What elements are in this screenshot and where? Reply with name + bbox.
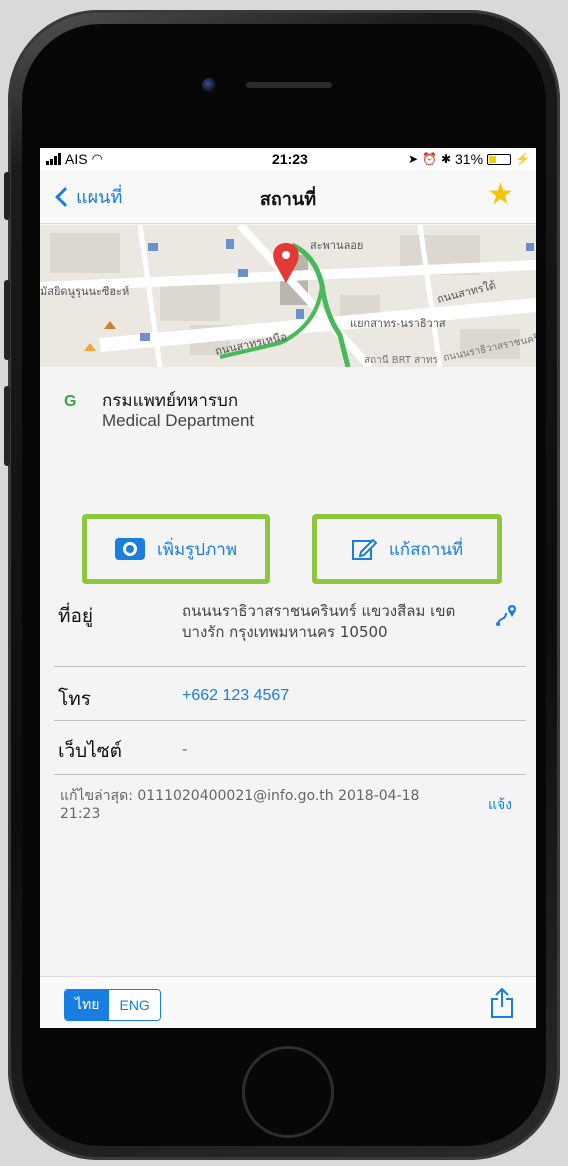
page-title: สถานที่ [259,189,317,210]
map-label: แยกสาทร-นราธิวาส [350,317,446,330]
favorite-star-icon[interactable]: ★ [487,180,514,210]
map-label: มัสยิดนูรุนนะซีฮะห์ [40,285,129,298]
add-photo-button[interactable]: เพิ่มรูปภาพ [82,514,270,584]
map-label: สะพานลอย [310,239,363,252]
volume-up-button [4,280,10,360]
share-icon[interactable] [490,987,514,1019]
map-view[interactable]: สะพานลอย มัสยิดนูรุนนะซีฮะห์ ถนนสาทรใต้ … [40,225,536,367]
bluetooth-icon: ✱ [440,152,452,166]
navigation-bar: แผนที่ สถานที่ ★ [40,170,536,224]
action-buttons: เพิ่มรูปภาพ แก้สถานที่ [40,497,536,587]
map-canvas: สะพานลอย มัสยิดนูรุนนะซีฮะห์ ถนนสาทรใต้ … [40,225,536,367]
phone-label: โทร [58,688,91,710]
volume-down-button [4,386,10,466]
battery-percent: 31% [455,151,484,167]
battery-icon [487,153,512,165]
edit-place-button[interactable]: แก้สถานที่ [312,514,502,584]
address-value: ถนนนราธิวาสราชนครินทร์ แขวงสีลม เขต บางร… [182,602,456,641]
phone-row: โทร +662 123 4567 [54,667,526,721]
screen: AIS ◠ 21:23 ➤ ⏰ ✱ 31% ⚡ แผนที่ สถานที่ ★ [40,148,536,1028]
directions-icon[interactable] [494,603,518,627]
report-link[interactable]: แจ้ง [488,794,512,816]
wifi-icon: ◠ [91,151,103,166]
edit-icon [351,538,377,560]
address-label: ที่อยู่ [58,605,94,627]
map-label: สถานี BRT สาทร [364,354,438,366]
front-camera [202,78,216,92]
home-button[interactable] [242,1046,334,1138]
info-list: ที่อยู่ ถนนนราธิวาสราชนครินทร์ แขวงสีลม … [40,587,536,775]
last-edited-text: แก้ไขล่าสุด: 0111020400021@info.go.th 20… [60,788,420,822]
website-link[interactable]: - [182,739,187,760]
place-header: G กรมแพทย์ทหารบก Medical Department [40,367,536,497]
category-g-icon: G [64,393,77,410]
website-label: เว็บไซต์ [58,740,123,762]
edit-place-label: แก้สถานที่ [388,539,464,560]
charging-icon: ⚡ [515,152,530,166]
earpiece-speaker [246,82,332,88]
mute-switch [4,172,10,220]
location-icon: ➤ [407,152,418,166]
carrier-label: AIS [65,151,88,167]
lang-th-button[interactable]: ไทย [65,990,110,1020]
website-row: เว็บไซต์ - [54,721,526,775]
add-photo-label: เพิ่มรูปภาพ [156,539,238,560]
place-name-th: กรมแพทย์ทหารบก [102,391,239,411]
status-bar: AIS ◠ 21:23 ➤ ⏰ ✱ 31% ⚡ [40,148,536,170]
language-toggle: ไทย ENG [64,989,161,1021]
phone-link[interactable]: +662 123 4567 [182,685,289,706]
bottom-toolbar: ไทย ENG [40,976,536,1028]
camera-icon [114,538,145,560]
address-row: ที่อยู่ ถนนนราธิวาสราชนครินทร์ แขวงสีลม … [54,587,526,667]
alarm-icon: ⏰ [422,152,437,166]
status-time: 21:23 [272,151,308,167]
lang-en-button[interactable]: ENG [109,990,160,1020]
place-name-en: Medical Department [102,411,255,430]
signal-icon [46,153,61,165]
